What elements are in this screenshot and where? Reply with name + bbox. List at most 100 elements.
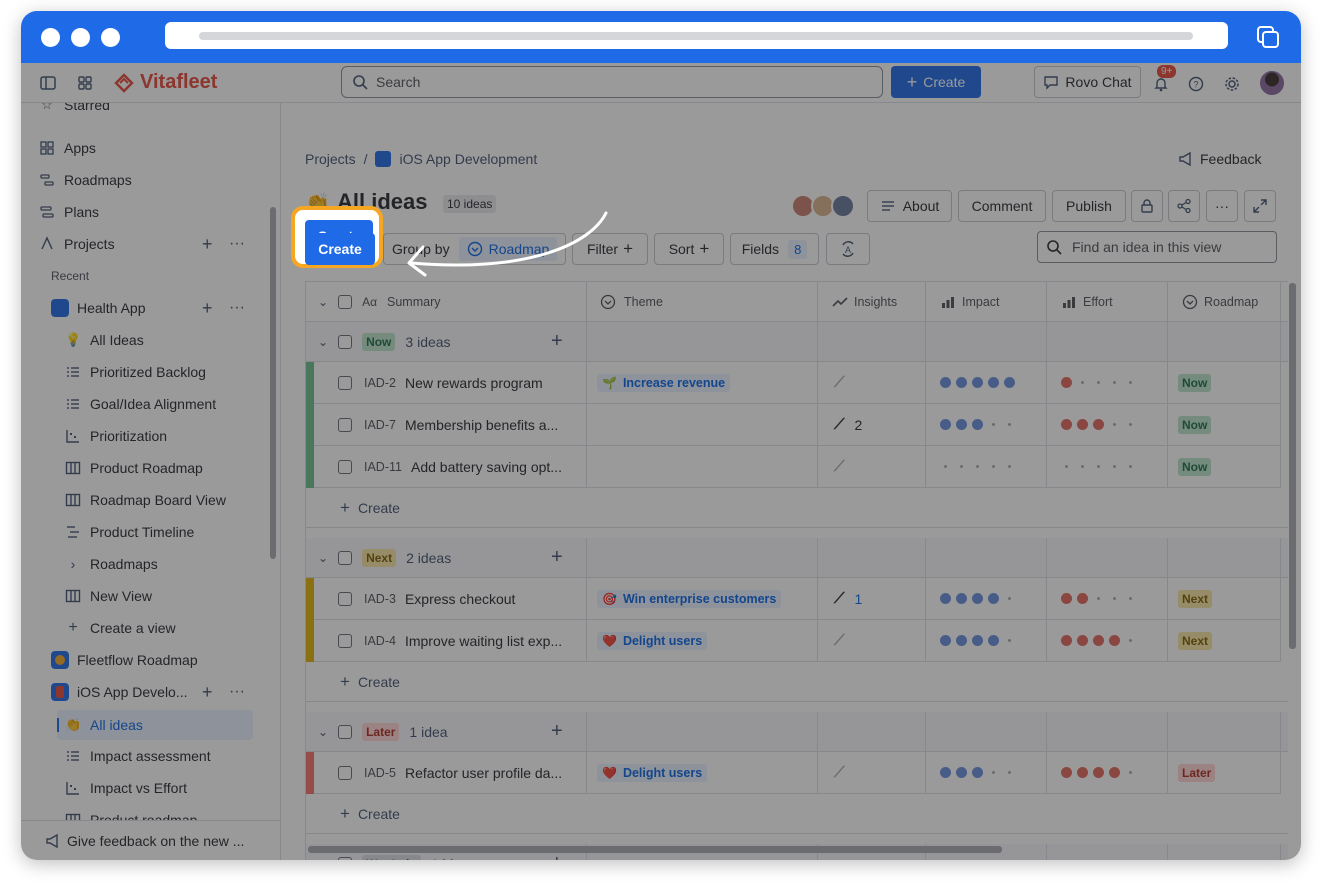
group-header-now[interactable]: ⌄ Now 3 ideas +: [306, 321, 1288, 362]
comment-button[interactable]: Comment: [958, 190, 1046, 222]
effort-cell[interactable]: [1047, 578, 1168, 620]
sidebar-scrollbar[interactable]: [270, 207, 276, 559]
idea-key[interactable]: IAD-2: [364, 376, 396, 390]
theme-cell[interactable]: [587, 404, 818, 446]
roadmap-lozenge[interactable]: Next: [1178, 631, 1213, 650]
impact-cell[interactable]: [926, 362, 1047, 404]
project-more-icon[interactable]: ···: [229, 299, 245, 317]
idea-summary[interactable]: Improve waiting list exp...: [405, 633, 562, 649]
add-project-plus-icon[interactable]: +: [202, 234, 213, 255]
insights-cell[interactable]: ⟋ 1: [818, 578, 926, 620]
sidebar-view-goal-idea-alignment[interactable]: Goal/Idea Alignment: [65, 390, 280, 418]
table-row[interactable]: IAD-2 New rewards program 🌱 Increase revenu…: [306, 362, 1288, 404]
feedback-button[interactable]: Feedback: [1178, 151, 1261, 167]
impact-rating[interactable]: [940, 635, 1015, 646]
create-idea-button[interactable]: Create: [305, 233, 375, 265]
sidebar-view-roadmaps-folder[interactable]: › Roadmaps: [65, 550, 280, 578]
row-select-checkbox[interactable]: [338, 417, 352, 432]
idea-key[interactable]: IAD-4: [364, 634, 396, 648]
window-maximize-dot[interactable]: [101, 28, 120, 47]
effort-rating[interactable]: [1061, 377, 1136, 388]
find-idea-input[interactable]: Find an idea in this view: [1037, 231, 1277, 263]
about-button[interactable]: About: [867, 190, 952, 222]
theme-cell[interactable]: 🌱 Increase revenue: [587, 362, 818, 404]
column-header-insights[interactable]: Insights: [818, 282, 926, 322]
impact-rating[interactable]: [940, 377, 1015, 388]
sidebar-view-new-view[interactable]: New View: [65, 582, 280, 610]
notification-bell-icon[interactable]: [1153, 76, 1169, 92]
insights-count[interactable]: 2: [855, 417, 863, 433]
sidebar-item-plans[interactable]: Plans: [39, 198, 280, 226]
help-icon[interactable]: ?: [1188, 76, 1204, 92]
row-select-checkbox[interactable]: [338, 459, 352, 474]
sidebar-view-impact-assessment[interactable]: Impact assessment: [65, 742, 280, 770]
group-header-later[interactable]: ⌄ Later 1 idea +: [306, 711, 1288, 752]
row-select-checkbox[interactable]: [338, 765, 352, 780]
select-all-checkbox[interactable]: [338, 295, 353, 309]
group-add-plus-icon[interactable]: +: [551, 546, 563, 569]
global-create-button[interactable]: + Create: [891, 66, 981, 98]
create-row[interactable]: + Create: [306, 794, 1288, 834]
summary-cell[interactable]: IAD-5 Refactor user profile da...: [306, 752, 587, 794]
group-collapse-chevron-icon[interactable]: ⌄: [318, 551, 328, 565]
copy-window-icon[interactable]: [1255, 24, 1281, 50]
theme-tag[interactable]: 🎯 Win enterprise customers: [597, 589, 782, 608]
fullscreen-button[interactable]: [1244, 190, 1276, 222]
effort-cell[interactable]: [1047, 620, 1168, 662]
table-row[interactable]: IAD-7 Membership benefits a... ⟋ 2 Now: [306, 404, 1288, 446]
app-switcher-icon[interactable]: [77, 75, 93, 91]
sidebar-item-projects[interactable]: Projects + ···: [39, 230, 280, 258]
collaborators-avatars[interactable]: [791, 194, 857, 218]
add-view-plus-icon[interactable]: +: [202, 682, 213, 703]
create-row[interactable]: + Create: [306, 662, 1288, 702]
lock-button[interactable]: [1131, 190, 1163, 222]
search-input[interactable]: Search: [341, 66, 883, 98]
table-horizontal-scrollbar[interactable]: [308, 846, 1002, 853]
projects-more-icon[interactable]: ···: [229, 235, 245, 253]
row-select-checkbox[interactable]: [338, 633, 352, 648]
sidebar-view-impact-vs-effort[interactable]: Impact vs Effort: [65, 774, 280, 802]
impact-rating[interactable]: [940, 593, 1015, 604]
more-actions-button[interactable]: ···: [1206, 190, 1238, 222]
theme-cell[interactable]: [587, 446, 818, 488]
summary-cell[interactable]: IAD-3 Express checkout: [306, 578, 587, 620]
sidebar-view-product-roadmap[interactable]: Product Roadmap: [65, 454, 280, 482]
summary-cell[interactable]: IAD-7 Membership benefits a...: [306, 404, 587, 446]
insights-cell[interactable]: ⟋: [818, 752, 926, 794]
roadmap-cell[interactable]: Next: [1168, 620, 1281, 662]
group-add-plus-icon[interactable]: +: [551, 720, 563, 743]
roadmap-lozenge[interactable]: Next: [1178, 589, 1213, 608]
roadmap-cell[interactable]: Now: [1168, 404, 1281, 446]
effort-cell[interactable]: [1047, 446, 1168, 488]
chevron-right-icon[interactable]: ›: [65, 556, 81, 572]
table-row[interactable]: IAD-5 Refactor user profile da... ❤️ Deligh…: [306, 752, 1288, 794]
column-header-impact[interactable]: Impact: [926, 282, 1047, 322]
table-row[interactable]: IAD-3 Express checkout 🎯 Win enterprise cus…: [306, 578, 1288, 620]
group-select-checkbox[interactable]: [338, 550, 353, 565]
insights-cell[interactable]: ⟋: [818, 362, 926, 404]
group-add-plus-icon[interactable]: +: [551, 852, 563, 860]
row-select-checkbox[interactable]: [338, 591, 352, 606]
idea-key[interactable]: IAD-11: [364, 460, 402, 474]
insights-cell[interactable]: ⟋ 2: [818, 404, 926, 446]
idea-key[interactable]: IAD-3: [364, 592, 396, 606]
roadmap-lozenge[interactable]: Later: [1178, 763, 1216, 782]
insights-cell[interactable]: ⟋: [818, 620, 926, 662]
impact-cell[interactable]: [926, 752, 1047, 794]
impact-cell[interactable]: [926, 446, 1047, 488]
effort-rating[interactable]: [1061, 419, 1136, 430]
effort-cell[interactable]: [1047, 362, 1168, 404]
autofill-button[interactable]: A: [826, 233, 870, 265]
idea-key[interactable]: IAD-7: [364, 418, 396, 432]
theme-tag[interactable]: ❤️ Delight users: [597, 763, 708, 782]
table-row[interactable]: IAD-4 Improve waiting list exp... ❤️ Deligh…: [306, 620, 1288, 662]
roadmap-cell[interactable]: Now: [1168, 446, 1281, 488]
sidebar-project-ios-app[interactable]: iOS App Develo... + ···: [51, 678, 280, 706]
sidebar-create-view[interactable]: + Create a view: [65, 614, 280, 642]
collapse-all-chevron-icon[interactable]: ⌄: [318, 295, 328, 309]
sidebar-project-health-app[interactable]: Health App + ···: [51, 294, 280, 322]
roadmap-cell[interactable]: Later: [1168, 752, 1281, 794]
brand-name[interactable]: Vitafleet: [140, 71, 217, 94]
idea-summary[interactable]: Membership benefits a...: [405, 417, 558, 433]
sidebar-toggle-icon[interactable]: [40, 75, 56, 91]
